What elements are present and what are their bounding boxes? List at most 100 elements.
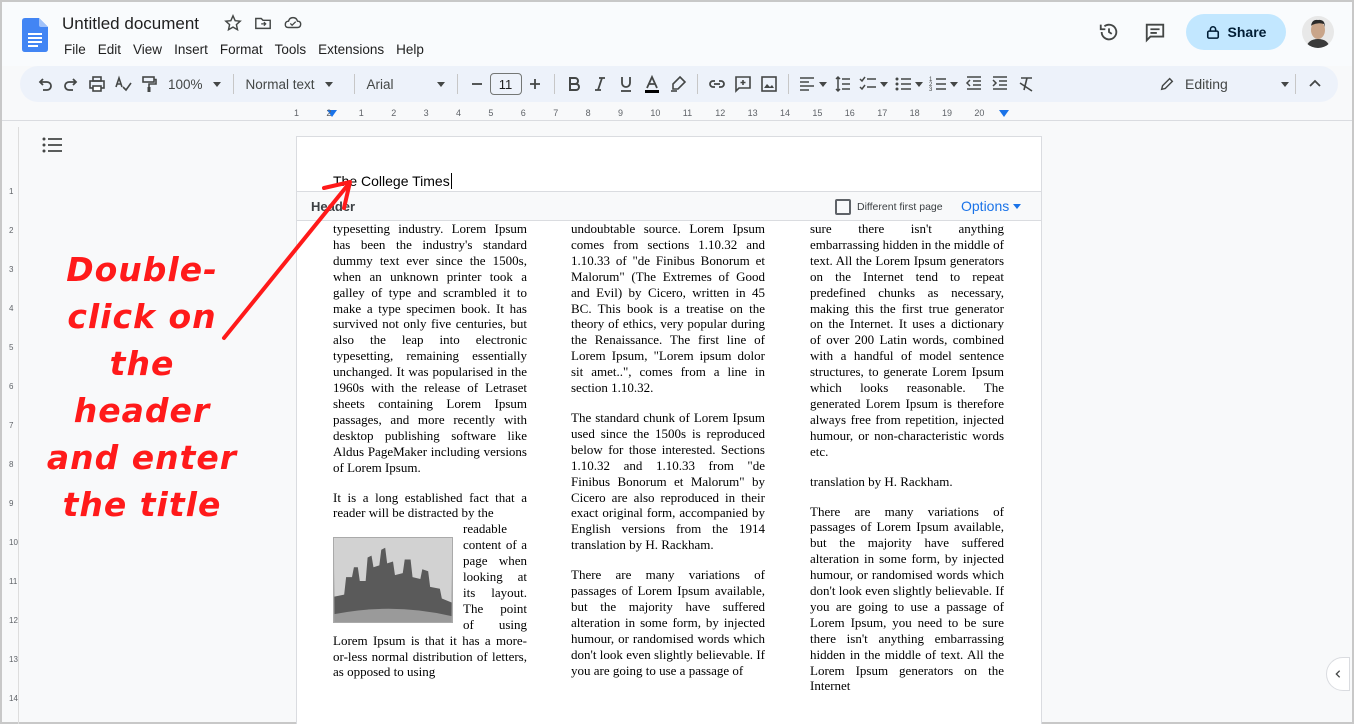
ruler-mark: 9	[9, 499, 14, 508]
version-history-button[interactable]	[1094, 17, 1124, 47]
ruler-mark: 3	[9, 265, 14, 274]
header-options-button[interactable]: Options	[961, 198, 1022, 214]
toolbar-divider	[1295, 74, 1296, 94]
italic-button[interactable]	[587, 70, 613, 98]
zoom-select[interactable]: 100%	[162, 77, 227, 92]
ruler-mark: 4	[456, 108, 462, 118]
underline-icon	[620, 77, 631, 92]
underline-button[interactable]	[613, 70, 639, 98]
line-spacing-button[interactable]	[830, 70, 856, 98]
clear-formatting-button[interactable]	[1013, 70, 1039, 98]
ruler-mark: 14	[9, 694, 18, 703]
side-panel-toggle[interactable]	[1326, 657, 1350, 691]
title-bar: Untitled document File Edit View Insert …	[2, 2, 1352, 66]
ruler-mark: 18	[909, 108, 920, 118]
header-title: The College Times	[333, 173, 450, 189]
comments-button[interactable]	[1140, 17, 1170, 47]
menu-insert[interactable]: Insert	[168, 40, 214, 59]
ruler-mark: 12	[9, 616, 18, 625]
style-select[interactable]: Normal text	[240, 77, 348, 92]
insert-image-button[interactable]	[756, 70, 782, 98]
different-first-page-checkbox[interactable]	[835, 199, 851, 215]
insert-link-button[interactable]	[704, 70, 730, 98]
text-color-button[interactable]	[639, 70, 665, 98]
ruler-mark: 2	[326, 108, 332, 118]
ruler-mark: 7	[553, 108, 559, 118]
document-title[interactable]: Untitled document	[62, 14, 199, 34]
document-page[interactable]: The College Times Header Different first…	[296, 136, 1042, 724]
move-folder-icon[interactable]	[254, 14, 274, 34]
print-button[interactable]	[84, 70, 110, 98]
ruler-mark: 1	[9, 187, 14, 196]
annotation-line: click on	[67, 297, 217, 336]
chevron-down-icon	[212, 81, 221, 87]
share-button[interactable]: Share	[1186, 14, 1286, 50]
add-comment-button[interactable]	[730, 70, 756, 98]
increase-font-size-button[interactable]	[522, 70, 548, 98]
bulleted-list-button[interactable]	[891, 70, 926, 98]
checklist-icon	[859, 76, 876, 91]
ruler-mark: 1	[294, 108, 300, 118]
italic-icon	[594, 77, 605, 91]
paragraph: sure there isn't anything embarrassing h…	[810, 221, 1004, 459]
paragraph: typesetting industry. Lorem Ipsum has be…	[333, 221, 527, 475]
numbered-list-button[interactable]: 123	[926, 70, 961, 98]
annotation-line: the title	[62, 485, 222, 524]
bold-button[interactable]	[561, 70, 587, 98]
menu-tools[interactable]: Tools	[269, 40, 313, 59]
formatting-toolbar: 100% Normal text Arial 11 123 Editing	[20, 66, 1338, 102]
clear-formatting-icon	[1019, 77, 1032, 92]
cloud-status-icon[interactable]	[284, 14, 304, 34]
paragraph: There are many variations of passages of…	[571, 567, 765, 678]
paint-format-button[interactable]	[136, 70, 162, 98]
menu-file[interactable]: File	[58, 40, 92, 59]
menu-format[interactable]: Format	[214, 40, 269, 59]
ruler-mark: 8	[9, 460, 14, 469]
right-indent-marker-icon[interactable]	[999, 110, 1009, 118]
city-skyline-image[interactable]	[333, 537, 453, 624]
star-icon[interactable]	[224, 14, 244, 34]
document-outline-icon[interactable]	[42, 136, 64, 154]
menu-help[interactable]: Help	[390, 40, 430, 59]
redo-button[interactable]	[58, 70, 84, 98]
editing-mode-select[interactable]: Editing	[1159, 76, 1289, 92]
increase-indent-button[interactable]	[987, 70, 1013, 98]
text-column-2[interactable]: undoubtable source. Lorem Ipsum comes fr…	[571, 221, 765, 692]
chevron-down-icon	[324, 81, 333, 87]
docs-logo-icon[interactable]	[22, 18, 48, 52]
checklist-button[interactable]	[856, 70, 891, 98]
paragraph: The standard chunk of Lorem Ipsum used s…	[571, 409, 765, 553]
highlight-button[interactable]	[665, 70, 691, 98]
header-bar: Header Different first page Options	[297, 191, 1041, 221]
different-first-page-option[interactable]: Different first page	[835, 199, 943, 215]
horizontal-ruler[interactable]: 1 2 1 2 3 4 5 6 7 8 9 10 11 12 13 14 15 16 17 18 19 20	[294, 106, 1042, 120]
menu-edit[interactable]: Edit	[92, 40, 127, 59]
menu-extensions[interactable]: Extensions	[312, 40, 390, 59]
spellcheck-button[interactable]	[110, 70, 136, 98]
font-select[interactable]: Arial	[361, 77, 451, 92]
undo-icon	[38, 78, 52, 91]
align-button[interactable]	[795, 70, 830, 98]
chevron-down-icon	[914, 81, 923, 87]
text-column-3[interactable]: sure there isn't anything embarrassing h…	[810, 221, 1004, 708]
paragraph: It is a long established fact that a rea…	[333, 489, 527, 521]
menu-view[interactable]: View	[127, 40, 168, 59]
chevron-up-icon	[1309, 79, 1321, 87]
vertical-ruler[interactable]: 1 2 3 4 5 6 7 8 9 10 11 12 13 14	[5, 127, 19, 724]
editing-mode-label: Editing	[1185, 76, 1228, 92]
header-content[interactable]: The College Times	[333, 173, 452, 189]
toolbar-divider	[553, 74, 555, 94]
font-size-input[interactable]: 11	[489, 73, 522, 95]
ruler-mark: 14	[780, 108, 791, 118]
hide-menus-button[interactable]	[1302, 70, 1328, 98]
avatar[interactable]	[1302, 16, 1334, 48]
chevron-down-icon	[949, 81, 958, 87]
undo-button[interactable]	[32, 70, 58, 98]
decrease-indent-button[interactable]	[961, 70, 987, 98]
share-label: Share	[1227, 24, 1267, 40]
chevron-down-icon	[879, 81, 888, 87]
ruler-mark: 19	[942, 108, 953, 118]
redo-icon	[64, 78, 78, 91]
text-column-1[interactable]: typesetting industry. Lorem Ipsum has be…	[333, 221, 527, 694]
decrease-font-size-button[interactable]	[464, 70, 490, 98]
